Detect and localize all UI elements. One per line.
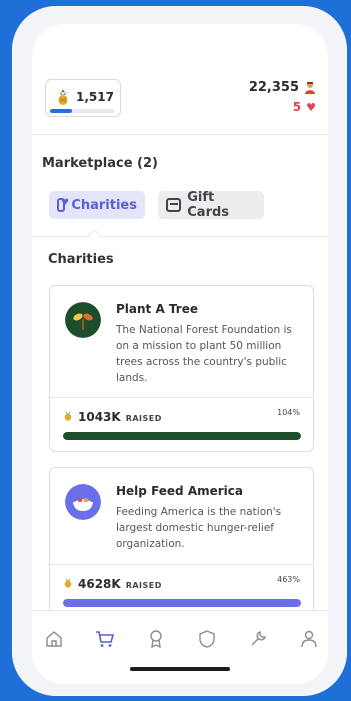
nav-home[interactable] [40, 625, 68, 653]
nav-tools[interactable] [244, 625, 272, 653]
top-bar: 1,517 22,355 5 ♥ [32, 24, 328, 135]
wrench-icon [251, 631, 266, 646]
home-icon [46, 631, 62, 647]
sprout-icon [65, 302, 101, 338]
raised-amount: 1043K [78, 410, 121, 424]
profile-icon [301, 630, 317, 648]
raised-progress-bar [63, 432, 301, 440]
home-indicator [130, 667, 230, 671]
pineapple-icon [64, 578, 72, 588]
pineapple-icon [64, 411, 72, 421]
section-title: Charities [48, 252, 114, 267]
raised-progress-fill [63, 599, 301, 607]
raised-progress-fill [63, 432, 301, 440]
raised-label: RAISED [125, 414, 162, 423]
nav-security[interactable] [193, 625, 221, 653]
pineapple-icon [58, 89, 68, 105]
raised-info: 1043K RAISED [63, 409, 162, 424]
food-bowl-icon [65, 484, 101, 520]
nav-marketplace[interactable] [91, 625, 119, 653]
gift-card-icon [166, 198, 182, 212]
raised-label: RAISED [125, 581, 162, 590]
shield-icon [199, 630, 215, 648]
charity-card-help-feed-america[interactable]: Help Feed America Feeding America is the… [49, 467, 314, 627]
charity-description: Feeding America is the nation's largest … [116, 506, 282, 550]
cart-icon [96, 631, 115, 647]
marketplace-title: Marketplace (2) [42, 156, 158, 171]
nav-achievements[interactable] [142, 625, 170, 653]
avatar-icon [305, 82, 315, 94]
lives-value: 5 [292, 100, 302, 114]
app-screen: 1,517 22,355 5 ♥ Marketplace (2) ♥ Chari… [32, 24, 328, 684]
badge-icon [150, 630, 162, 648]
points-widget[interactable]: 1,517 [45, 79, 121, 117]
charity-name: Plant A Tree [116, 302, 198, 316]
charity-name: Help Feed America [116, 484, 243, 498]
tab-label: Gift Cards [187, 190, 230, 220]
phone-frame: 1,517 22,355 5 ♥ Marketplace (2) ♥ Chari… [12, 6, 347, 696]
tab-label: Charities [71, 197, 137, 213]
bottom-nav [32, 610, 328, 684]
card-divider [50, 397, 313, 398]
score-display: 22,355 [249, 80, 316, 95]
tab-gift-cards[interactable]: Gift Cards [158, 190, 264, 220]
card-divider [50, 564, 313, 565]
raised-percent: 463% [277, 575, 300, 584]
score-value: 22,355 [248, 80, 299, 95]
tab-divider [32, 236, 328, 237]
points-value: 1,517 [76, 90, 114, 104]
points-progress-fill [50, 109, 73, 113]
active-tab-pointer [88, 229, 101, 242]
raised-progress-bar [63, 599, 301, 607]
lives-display: 5 ♥ [293, 100, 316, 114]
heart-tag-icon [57, 198, 70, 212]
charity-card-plant-a-tree[interactable]: Plant A Tree The National Forest Foundat… [49, 285, 314, 452]
points-progress-bar [50, 109, 114, 113]
nav-profile[interactable] [295, 625, 323, 653]
tab-charities[interactable]: Charities [49, 191, 145, 219]
raised-info: 4628K RAISED [63, 576, 162, 591]
charity-description: The National Forest Foundation is on a m… [116, 324, 292, 384]
raised-amount: 4628K [78, 577, 121, 591]
raised-percent: 104% [277, 408, 300, 417]
heart-icon: ♥ [306, 100, 316, 114]
